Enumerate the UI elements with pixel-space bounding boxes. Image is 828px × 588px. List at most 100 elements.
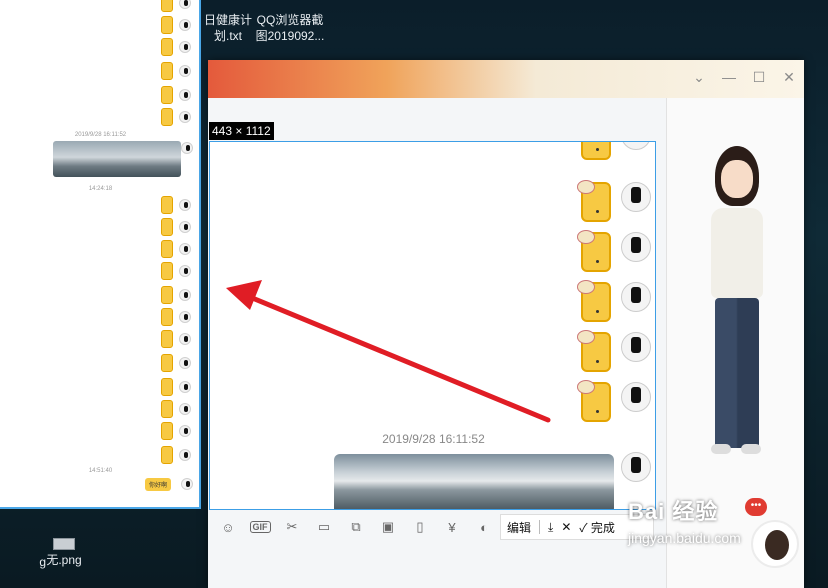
list-item <box>161 218 191 236</box>
list-item <box>577 280 651 322</box>
list-item <box>161 38 191 56</box>
list-item <box>577 330 651 372</box>
avatar <box>621 382 651 412</box>
gif-icon[interactable]: GIF <box>249 517 271 537</box>
window-controls: ⌄ — ☐ ✕ <box>692 69 796 86</box>
avatar <box>179 199 191 211</box>
avatar <box>179 403 191 415</box>
sticker-image <box>161 218 173 236</box>
gif-label: GIF <box>249 521 271 533</box>
list-item <box>161 354 191 372</box>
avatar <box>621 142 651 150</box>
avatar <box>179 289 191 301</box>
more-options-icon[interactable]: ••• <box>745 498 767 516</box>
photo-message <box>53 141 181 177</box>
folder-icon[interactable]: ▭ <box>314 517 334 537</box>
sticker-image <box>161 0 173 12</box>
avatar <box>179 265 191 277</box>
sticker-image <box>161 196 173 214</box>
avatar <box>179 357 191 369</box>
avatar <box>621 182 651 212</box>
figure-shoe <box>741 444 761 454</box>
done-button[interactable]: ✓ 完成 <box>579 519 615 536</box>
maximize-icon[interactable]: ☐ <box>752 69 766 85</box>
show-avatar-figure <box>697 138 777 478</box>
sticker-image <box>161 86 173 104</box>
image-file-icon <box>53 538 75 550</box>
timestamp: 2019/9/28 16:11:52 <box>74 132 127 138</box>
edit-button[interactable]: 编辑 <box>507 519 531 536</box>
avatar <box>179 449 191 461</box>
sticker-image <box>577 180 611 222</box>
desktop-icon-label: QQ浏览器截 <box>256 13 324 27</box>
shake-icon[interactable]: ▯ <box>410 517 430 537</box>
desktop-icon-label: 图2019092... <box>255 29 325 43</box>
sticker-image <box>161 446 173 464</box>
sticker-image <box>161 308 173 326</box>
sticker-image <box>161 286 173 304</box>
sticker-image <box>161 240 173 258</box>
avatar <box>179 19 191 31</box>
list-item <box>161 16 191 34</box>
desktop: 日健康计 划.txt QQ浏览器截 图2019092... 无.png g 20… <box>0 0 828 588</box>
sticker-image <box>161 354 173 372</box>
timestamp: 2019/9/28 16:11:52 <box>382 432 485 446</box>
desktop-icon-qq-browser-screenshot[interactable]: QQ浏览器截 图2019092... <box>248 0 332 44</box>
sticker-image <box>577 380 611 422</box>
sticker-image <box>577 330 611 372</box>
desktop-icon-label: g <box>39 555 46 569</box>
list-item <box>161 286 191 304</box>
sticker-image <box>161 400 173 418</box>
figure-body <box>711 208 763 298</box>
sticker-image <box>577 280 611 322</box>
desktop-icon-partial[interactable]: g <box>0 554 46 570</box>
list-item <box>577 180 651 222</box>
avatar <box>621 232 651 262</box>
cancel-icon[interactable]: ✕ <box>561 520 571 534</box>
figure-face <box>721 160 753 198</box>
list-item <box>161 262 191 280</box>
sticker-image <box>161 38 173 56</box>
capture-selection[interactable]: 2019/9/28 16:11:52 <box>209 141 656 510</box>
emoji-icon[interactable]: ☺ <box>218 517 238 537</box>
chevron-down-icon[interactable]: ⌄ <box>692 69 706 85</box>
avatar <box>179 41 191 53</box>
baidu-jingyan-watermark: Bai 经验 jingyan.baidu.com <box>628 494 741 546</box>
list-item <box>577 380 651 422</box>
sticker-image <box>161 422 173 440</box>
sticker-image <box>577 230 611 272</box>
scissors-icon[interactable]: ✂ <box>282 517 302 537</box>
avatar <box>179 381 191 393</box>
timestamp: 14:24:18 <box>88 186 113 192</box>
sticker-image <box>581 142 611 160</box>
list-item <box>161 446 191 464</box>
avatar[interactable] <box>751 520 799 568</box>
minimize-icon[interactable]: — <box>722 69 736 85</box>
avatar <box>181 478 193 490</box>
avatar <box>621 332 651 362</box>
list-item <box>161 422 191 440</box>
done-label: 完成 <box>590 520 615 535</box>
list-item <box>161 196 191 214</box>
list-item <box>161 108 191 126</box>
capture-size-label: 443 × 1112 <box>209 122 274 140</box>
title-bar: ⌄ — ☐ ✕ <box>208 60 804 98</box>
watermark-url: jingyan.baidu.com <box>628 530 741 546</box>
download-icon[interactable]: ⤓ <box>548 520 553 535</box>
file-transfer-icon[interactable]: ⧉ <box>346 517 366 537</box>
sticker-image <box>161 262 173 280</box>
list-item <box>161 0 191 12</box>
list-item <box>161 240 191 258</box>
sticker-image <box>161 108 173 126</box>
toolbar-divider <box>539 520 541 534</box>
close-icon[interactable]: ✕ <box>782 69 796 85</box>
watermark-logo: Bai 经验 <box>628 499 719 524</box>
image-icon[interactable]: ▣ <box>378 517 398 537</box>
text-message: 你好啊 <box>144 478 171 491</box>
avatar <box>179 311 191 323</box>
timestamp: 14:51:40 <box>88 468 113 474</box>
voice-icon[interactable]: ◐ <box>474 517 494 537</box>
avatar <box>179 65 191 77</box>
red-packet-icon[interactable]: ¥ <box>442 517 462 537</box>
figure-shoe <box>711 444 731 454</box>
